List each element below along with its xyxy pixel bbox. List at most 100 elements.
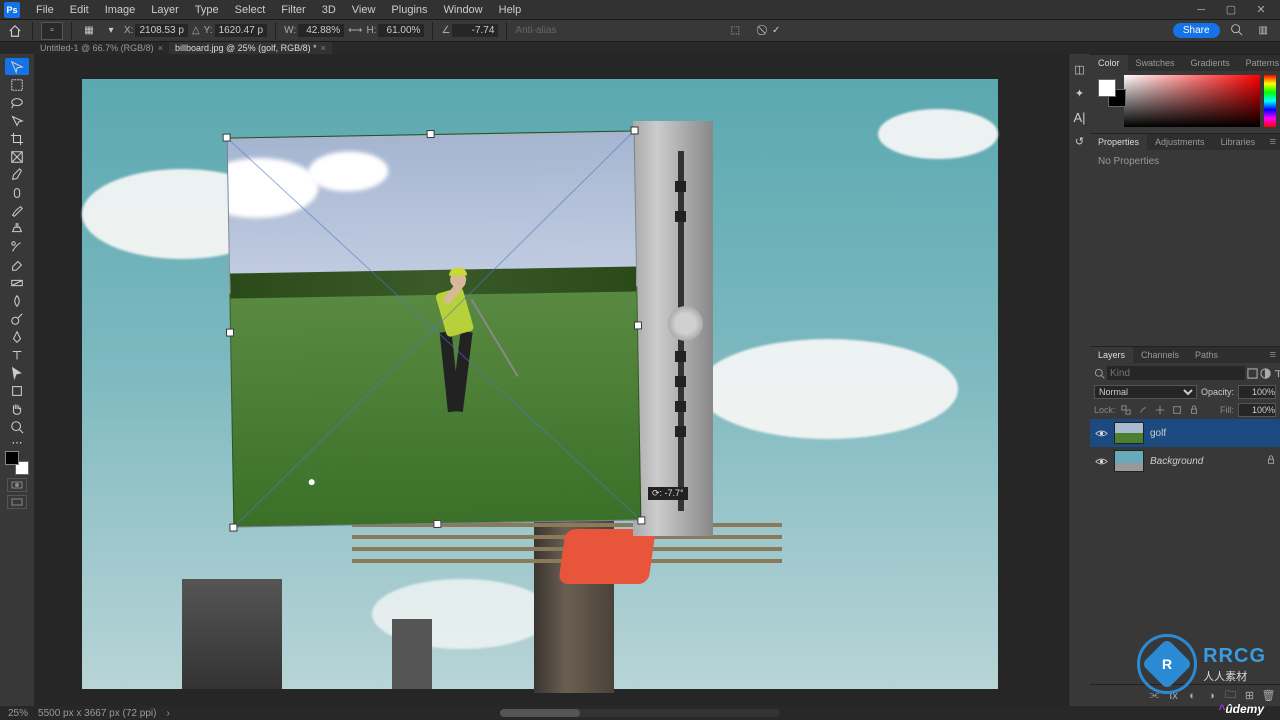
healing-brush-tool[interactable] [5, 184, 29, 201]
transform-h-value[interactable]: 61.00% [378, 24, 424, 37]
tab-adjustments[interactable]: Adjustments [1147, 134, 1213, 150]
layer-row[interactable]: Background [1090, 447, 1280, 475]
layer-thumbnail[interactable] [1114, 450, 1144, 472]
menu-filter[interactable]: Filter [273, 2, 313, 18]
transform-handle-tl[interactable] [223, 134, 231, 142]
layer-name[interactable]: golf [1150, 428, 1166, 439]
window-close-button[interactable]: ✕ [1246, 0, 1276, 20]
menu-layer[interactable]: Layer [143, 2, 187, 18]
window-minimize-button[interactable]: ─ [1186, 0, 1216, 20]
shape-tool[interactable] [5, 382, 29, 399]
document-info[interactable]: 5500 px x 3667 px (72 ppi) [38, 708, 156, 719]
search-icon[interactable] [1224, 23, 1249, 39]
path-select-tool[interactable] [5, 364, 29, 381]
history-brush-tool[interactable] [5, 238, 29, 255]
collapsed-panel-icon[interactable]: ◫ [1071, 60, 1089, 78]
layer-thumbnail[interactable] [1114, 422, 1144, 444]
opacity-input[interactable] [1238, 385, 1276, 399]
eraser-tool[interactable] [5, 256, 29, 273]
pen-tool[interactable] [5, 328, 29, 345]
free-transform-bounding-box[interactable] [227, 130, 642, 527]
close-tab-icon[interactable]: × [158, 42, 163, 54]
reference-point-icon[interactable]: ▦ [80, 22, 98, 40]
tab-channels[interactable]: Channels [1133, 347, 1187, 363]
foreground-background-swatch[interactable] [5, 451, 29, 475]
color-fg-bg-swatch[interactable] [1094, 75, 1120, 127]
transform-w-value[interactable]: 42.88% [298, 24, 344, 37]
home-icon[interactable] [6, 22, 24, 40]
menu-view[interactable]: View [344, 2, 384, 18]
fill-input[interactable] [1238, 403, 1276, 417]
layer-name[interactable]: Background [1150, 456, 1203, 467]
menu-help[interactable]: Help [491, 2, 530, 18]
tab-patterns[interactable]: Patterns [1238, 55, 1280, 71]
window-maximize-button[interactable]: ▢ [1216, 0, 1246, 20]
move-tool[interactable] [5, 58, 29, 75]
tab-gradients[interactable]: Gradients [1183, 55, 1238, 71]
crop-tool[interactable] [5, 130, 29, 147]
menu-edit[interactable]: Edit [62, 2, 97, 18]
tab-layers[interactable]: Layers [1090, 347, 1133, 363]
collapsed-panel-icon[interactable]: ↺ [1071, 132, 1089, 150]
clone-stamp-tool[interactable] [5, 220, 29, 237]
gradient-tool[interactable] [5, 274, 29, 291]
aspect-lock-icon[interactable]: ⟷ [348, 25, 362, 36]
panel-options-icon[interactable]: ≡ [1266, 349, 1280, 361]
filter-adjust-icon[interactable] [1260, 366, 1271, 380]
menu-plugins[interactable]: Plugins [383, 2, 435, 18]
lasso-tool[interactable] [5, 94, 29, 111]
horizontal-scrollbar[interactable] [500, 709, 780, 717]
menu-image[interactable]: Image [97, 2, 144, 18]
close-tab-icon[interactable]: × [321, 42, 326, 54]
toggle-input-icon[interactable]: ▾ [102, 22, 120, 40]
transform-rotate-value[interactable]: -7.74 [452, 24, 498, 37]
antialias-checkbox[interactable]: Anti-alias [515, 25, 556, 36]
filter-type-icon[interactable] [1273, 366, 1280, 380]
hand-tool[interactable] [5, 400, 29, 417]
transform-handle-bl[interactable] [229, 523, 237, 531]
layer-visibility-icon[interactable] [1094, 426, 1108, 440]
tab-libraries[interactable]: Libraries [1213, 134, 1264, 150]
layer-filter-input[interactable] [1107, 366, 1245, 380]
tab-color[interactable]: Color [1090, 55, 1128, 71]
menu-type[interactable]: Type [187, 2, 227, 18]
document-tab[interactable]: Untitled-1 @ 66.7% (RGB/8) × [34, 42, 169, 54]
transform-handle-br[interactable] [637, 516, 645, 524]
menu-select[interactable]: Select [227, 2, 274, 18]
layer-visibility-icon[interactable] [1094, 454, 1108, 468]
share-button[interactable]: Share [1173, 23, 1220, 38]
transform-handle-tr[interactable] [630, 126, 638, 134]
lock-transparency-icon[interactable] [1120, 404, 1133, 417]
filter-pixel-icon[interactable] [1247, 366, 1258, 380]
transform-handle-tm[interactable] [427, 130, 435, 138]
lock-artboard-icon[interactable] [1171, 404, 1184, 417]
tab-properties[interactable]: Properties [1090, 134, 1147, 150]
type-tool[interactable] [5, 346, 29, 363]
commit-transform-icon[interactable]: ✓ [772, 25, 780, 36]
color-picker-field[interactable] [1124, 75, 1260, 127]
document-canvas[interactable]: ⟳: -7.7° [82, 79, 998, 689]
menu-3d[interactable]: 3D [314, 2, 344, 18]
screen-mode-toggle[interactable] [7, 495, 27, 509]
collapsed-panel-icon[interactable]: ✦ [1071, 84, 1089, 102]
brush-tool[interactable] [5, 202, 29, 219]
menu-file[interactable]: File [28, 2, 62, 18]
menu-window[interactable]: Window [436, 2, 491, 18]
transform-handle-bm[interactable] [433, 520, 441, 528]
workspace-switcher-icon[interactable]: ▥ [1253, 25, 1274, 36]
warp-mode-icon[interactable]: ⬚ [731, 25, 740, 36]
canvas-area[interactable]: ⟳: -7.7° [34, 54, 1068, 706]
link-xy-icon[interactable]: △ [192, 25, 200, 36]
filter-kind-icon[interactable] [1094, 366, 1105, 380]
blur-tool[interactable] [5, 292, 29, 309]
layer-row[interactable]: golf [1090, 419, 1280, 447]
transform-y-value[interactable]: 1620.47 p [215, 24, 268, 37]
glyphs-panel-icon[interactable]: A| [1071, 108, 1089, 126]
tab-swatches[interactable]: Swatches [1128, 55, 1183, 71]
document-tab[interactable]: billboard.jpg @ 25% (golf, RGB/8) * × [169, 42, 332, 54]
transform-handle-ml[interactable] [226, 328, 234, 336]
dodge-tool[interactable] [5, 310, 29, 327]
marquee-tool[interactable] [5, 76, 29, 93]
tool-preset-picker[interactable]: ▫ [41, 22, 63, 40]
lock-pixels-icon[interactable] [1137, 404, 1150, 417]
